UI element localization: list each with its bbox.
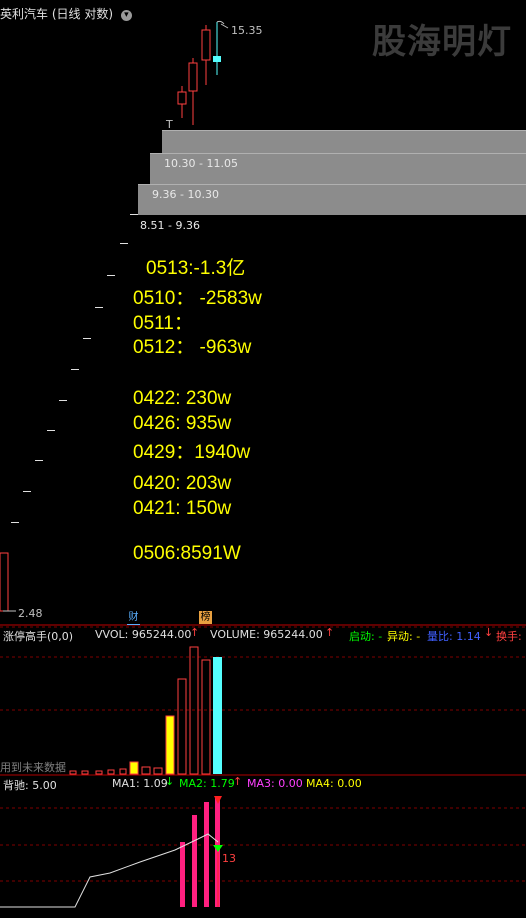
price-band-1	[162, 130, 526, 153]
ma2-value: MA2: 1.79	[179, 777, 235, 790]
price-band-2-label: 10.30 - 11.05	[164, 157, 238, 170]
ratio-down-arrow-icon: ↓	[484, 626, 494, 639]
annotation-0510: 0510： -2583w	[133, 288, 262, 309]
vvol-value: VVOL: 965244.00	[95, 628, 192, 641]
ma1-value: MA1: 1.09	[112, 777, 168, 790]
annotation-0426: 0426: 935w	[133, 413, 232, 434]
step-tick	[47, 430, 55, 431]
annotation-0511: 0511：	[133, 313, 193, 334]
future-data-note: 用到未来数据	[0, 761, 66, 774]
step-tick	[71, 369, 79, 370]
annotation-0513: 0513:-1.3亿	[146, 258, 246, 279]
ma3-value: MA3: 0.00	[247, 777, 303, 790]
annotation-0429: 0429：1940w	[133, 442, 251, 463]
step-tick	[35, 460, 43, 461]
ma1-down-arrow-icon: ↓	[165, 775, 175, 788]
price-band-4-label: 8.51 - 9.36	[140, 219, 200, 232]
indicator-title: 背驰	[3, 779, 25, 792]
indicator-param: : 5.00	[25, 779, 57, 792]
step-tick	[23, 491, 31, 492]
annotation-0506: 0506:8591W	[133, 543, 241, 564]
volume-ratio: 量比: 1.14	[427, 630, 481, 643]
candle-first	[0, 552, 9, 612]
yidong-signal: 异动: -	[387, 630, 421, 643]
billboard-event-badge[interactable]: 榜	[199, 611, 212, 624]
annotation-0420: 0420: 203w	[133, 473, 232, 494]
indicator-marker-value: 13	[222, 852, 236, 865]
finance-event-badge[interactable]: 财	[127, 611, 140, 625]
band-tick	[130, 214, 138, 215]
price-band-2: 10.30 - 11.05	[150, 153, 526, 184]
ma4-value: MA4: 0.00	[306, 777, 362, 790]
vvol-up-arrow-icon: ↑	[190, 626, 200, 639]
price-low-label: 2.48	[18, 607, 43, 620]
volume-indicator-name[interactable]: 涨停高手(0,0)	[3, 628, 73, 644]
price-band-3-label: 9.36 - 10.30	[152, 188, 219, 201]
step-tick	[95, 307, 103, 308]
volume-value: VOLUME: 965244.00	[210, 628, 323, 641]
volume-up-arrow-icon: ↑	[325, 626, 335, 639]
qidong-signal: 启动: -	[349, 630, 383, 643]
step-tick	[83, 338, 91, 339]
annotation-0422: 0422: 230w	[133, 388, 232, 409]
annotation-0421: 0421: 150w	[133, 498, 232, 519]
step-tick	[59, 400, 67, 401]
step-tick	[11, 522, 19, 523]
indicator-name[interactable]: 背驰: 5.00	[3, 777, 57, 793]
price-band-3: 9.36 - 10.30	[138, 184, 526, 215]
price-high-label: 15.35	[231, 24, 263, 37]
ma2-up-arrow-icon: ↑	[233, 775, 243, 788]
turnover-label: 换手:	[496, 630, 522, 643]
annotation-0512: 0512： -963w	[133, 337, 252, 358]
step-tick	[120, 243, 128, 244]
step-tick	[107, 275, 115, 276]
